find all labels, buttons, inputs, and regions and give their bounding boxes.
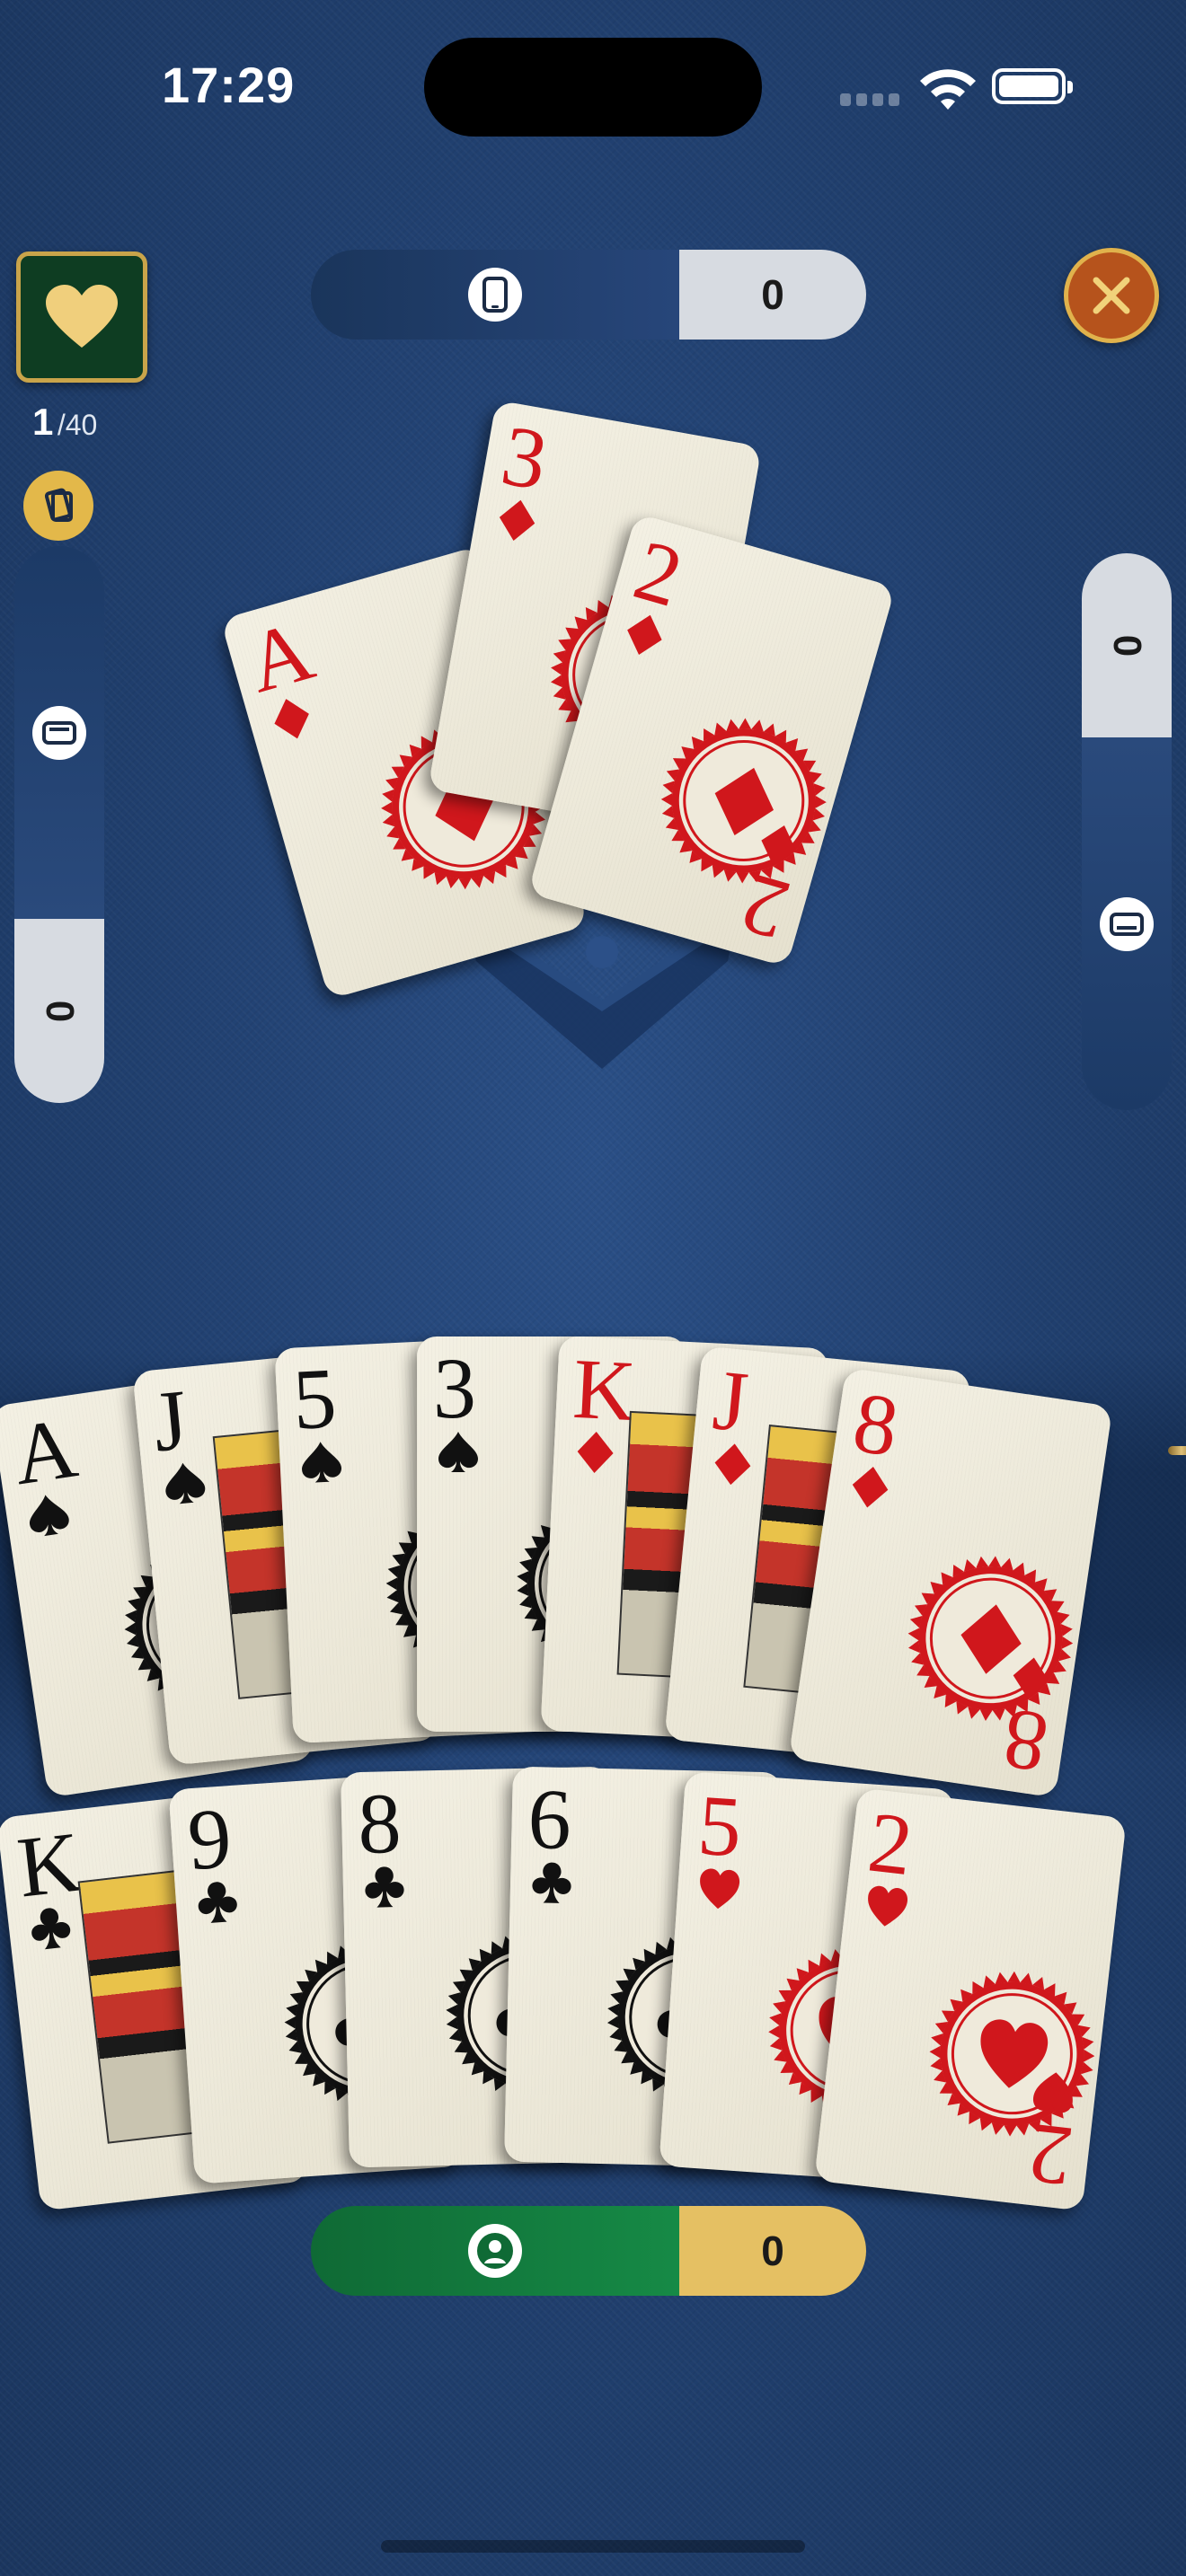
opponent-top-score: 0: [679, 250, 866, 340]
close-icon: [1093, 277, 1130, 314]
clubs-suit-icon: [31, 1907, 71, 1949]
card-rank: 2: [624, 520, 693, 626]
wifi-icon: [920, 69, 976, 110]
hearts-suit-icon: [868, 1885, 908, 1927]
card-rank: J: [709, 1351, 752, 1451]
diamonds-suit-icon: [577, 1432, 614, 1474]
hearts-suit-icon: [700, 1868, 740, 1909]
card-rank: 3: [494, 406, 554, 509]
card-rank: 5: [695, 1776, 745, 1875]
player-score-pill: 0: [311, 2206, 866, 2296]
tablet-icon: [1100, 896, 1154, 951]
diamonds-suit-icon: [499, 499, 535, 541]
card-rank-bottom: 2: [1023, 2104, 1077, 2206]
card-rank: K: [571, 1339, 638, 1440]
heart-icon: [46, 285, 118, 348]
spades-suit-icon: [302, 1442, 341, 1483]
close-game-button[interactable]: [1064, 248, 1159, 343]
hearts-suit-icon: [1032, 2071, 1073, 2113]
clubs-suit-icon: [365, 1866, 404, 1908]
diamonds-seal-icon: [907, 1556, 1074, 1721]
round-total: /40: [57, 409, 98, 441]
diamonds-suit-icon: [1013, 1657, 1049, 1698]
card-rank: 3: [433, 1340, 476, 1436]
card-rank: K: [13, 1812, 86, 1916]
round-current: 1: [32, 401, 54, 443]
dynamic-island: [424, 38, 762, 137]
phone-icon: [468, 268, 522, 322]
opponent-right-score: 0: [1104, 634, 1149, 657]
status-time: 17:29: [162, 57, 296, 113]
spades-suit-icon: [165, 1462, 206, 1504]
card-rank: J: [148, 1371, 192, 1470]
person-icon: [468, 2224, 522, 2278]
card-rank: 9: [184, 1788, 235, 1888]
round-counter: 1 /40: [32, 401, 97, 444]
card-rank: A: [6, 1398, 84, 1504]
deck-stack-button[interactable]: [23, 471, 93, 541]
diamonds-suit-icon: [852, 1467, 889, 1508]
cellular-signal-icon: [840, 93, 903, 106]
trump-suit-indicator[interactable]: [16, 251, 147, 383]
opponent-left-score-pill: 0: [14, 546, 104, 1103]
player-score: 0: [679, 2206, 866, 2296]
diamonds-suit-icon: [714, 1443, 751, 1486]
card-rank: 6: [527, 1769, 572, 1867]
clubs-suit-icon: [532, 1862, 571, 1903]
diamonds-seal-icon: [660, 718, 827, 884]
tablet-icon: [32, 705, 86, 760]
hand-rail-right: [1168, 1446, 1186, 1455]
battery-icon: [992, 68, 1073, 104]
opponent-right-score-pill: 0: [1082, 553, 1172, 1110]
opponent-top-score-pill: 0: [311, 250, 866, 340]
card-rank: 2: [863, 1792, 917, 1893]
card-rank: 5: [290, 1349, 339, 1448]
spades-suit-icon: [30, 1495, 69, 1537]
card-rank: 8: [357, 1774, 403, 1872]
clubs-suit-icon: [198, 1881, 237, 1923]
spades-suit-icon: [438, 1432, 478, 1472]
card-rank: A: [236, 601, 323, 711]
home-indicator[interactable]: [381, 2540, 805, 2553]
playing-card[interactable]: 2 2: [814, 1786, 1127, 2211]
opponent-left-score: 0: [37, 1000, 82, 1022]
playing-card[interactable]: 8 8: [788, 1367, 1113, 1798]
cards-stack-icon: [44, 488, 73, 522]
card-rank: 8: [847, 1373, 905, 1475]
hearts-seal-icon: [929, 1971, 1095, 2137]
